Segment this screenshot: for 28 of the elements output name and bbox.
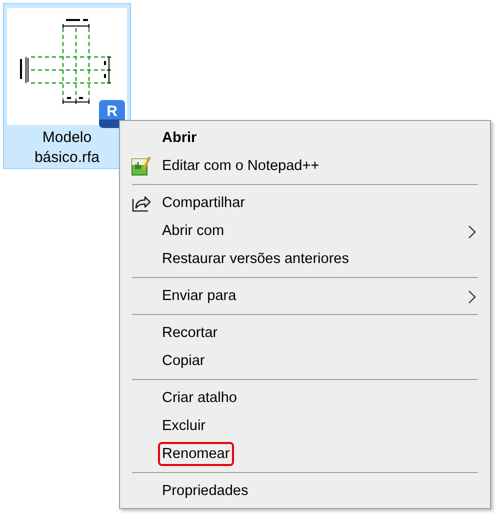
menu-item[interactable]: Recortar [120,319,490,347]
menu-item-label: Compartilhar [161,194,246,213]
chevron-icon [468,225,476,239]
app-badge: R [99,100,125,128]
file-tile[interactable]: R Modelo básico.rfa [3,3,131,169]
menu-item-label: Editar com o Notepad++ [161,157,320,176]
menu-item[interactable]: Copiar [120,347,490,375]
menu-item[interactable]: Restaurar versões anteriores [120,245,490,273]
menu-item-label: Renomear [158,442,234,466]
menu-item-label: Criar atalho [161,389,238,408]
notepad-icon [131,156,151,176]
menu-item-label: Recortar [161,324,219,343]
menu-item[interactable]: Compartilhar [120,189,490,217]
menu-item[interactable]: Abrir com [120,217,490,245]
menu-item-label: Abrir com [161,222,226,241]
menu-item[interactable]: Propriedades [120,477,490,505]
menu-item[interactable]: Renomear [120,440,490,468]
menu-item-label: Copiar [161,352,206,371]
menu-item[interactable]: Criar atalho [120,384,490,412]
menu-item[interactable]: Excluir [120,412,490,440]
menu-item-label: Enviar para [161,287,238,306]
menu-item-label: Restaurar versões anteriores [161,250,350,269]
file-name: Modelo básico.rfa [34,128,100,168]
chevron-icon [468,290,476,304]
menu-item-label: Abrir [161,129,198,148]
menu-item-label: Excluir [161,417,207,436]
menu-item-label: Propriedades [161,482,250,501]
menu-item[interactable]: Enviar para [120,282,490,310]
